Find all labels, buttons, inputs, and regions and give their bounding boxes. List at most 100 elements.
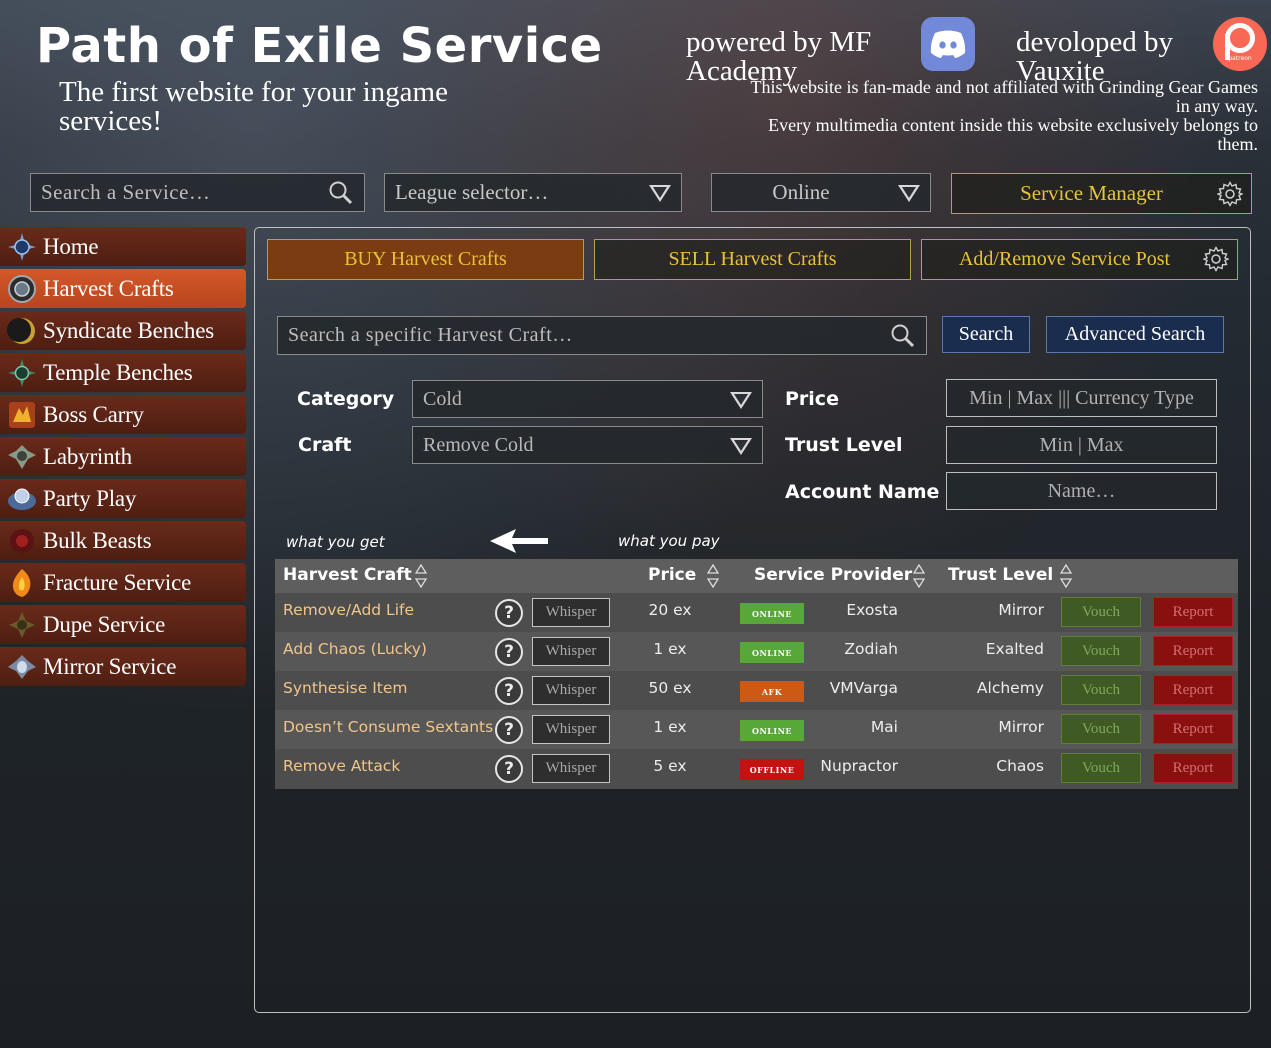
sidebar-item-label: Harvest Crafts [43,275,174,301]
craft-value: Remove Cold [423,433,534,456]
service-search [30,173,365,212]
price-value: 20 ex [648,601,692,619]
disclaimer-line-1: This website is fan-made and not affilia… [750,77,1258,116]
vouch-button[interactable]: Vouch [1061,714,1141,744]
report-button[interactable]: Report [1153,597,1233,627]
price-label: Price [785,388,839,410]
table-row: Add Chaos (Lucky) ? Whisper 1 ex ONLINE … [275,632,1238,671]
sidebar-item-label: Fracture Service [43,569,192,595]
provider-name[interactable]: VMVarga [830,679,898,697]
vouch-button[interactable]: Vouch [1061,597,1141,627]
mirror-icon [5,650,39,684]
table-row: Synthesise Item ? Whisper 50 ex AFK VMVa… [275,671,1238,710]
sidebar-item-mirror-service[interactable]: Mirror Service [0,647,246,686]
column-header-price[interactable]: Price [648,565,696,585]
advanced-search-button[interactable]: Advanced Search [1046,316,1224,353]
sidebar-item-home[interactable]: Home [0,227,246,266]
vouch-button[interactable]: Vouch [1061,675,1141,705]
sort-icon[interactable] [913,563,925,589]
report-button[interactable]: Report [1153,636,1233,666]
party-icon [5,482,39,516]
service-search-input[interactable] [31,174,364,211]
sidebar-item-temple-benches[interactable]: Temple Benches [0,353,246,392]
account-name-input[interactable]: Name… [946,472,1217,510]
status-badge: AFK [740,681,804,702]
league-selector-label: League selector… [395,180,549,204]
price-value: 5 ex [653,757,687,775]
provider-name[interactable]: Mai [871,718,898,736]
help-icon[interactable]: ? [495,716,523,744]
whisper-button[interactable]: Whisper [532,676,610,705]
help-icon[interactable]: ? [495,755,523,783]
sidebar-item-harvest-crafts[interactable]: Harvest Crafts [0,269,246,308]
search-icon[interactable] [328,180,354,206]
column-header-trust-level[interactable]: Trust Level [948,565,1053,585]
sort-icon[interactable] [707,563,719,589]
sidebar-item-bulk-beasts[interactable]: Bulk Beasts [0,521,246,560]
help-icon[interactable]: ? [495,599,523,627]
trust-level-value: Exalted [985,640,1044,658]
craft-select[interactable]: Remove Cold [412,426,763,464]
search-icon[interactable] [890,323,916,349]
sidebar-item-label: Mirror Service [43,653,177,679]
trust-level-value: Chaos [996,757,1044,775]
harvest-icon [5,272,39,306]
sidebar-item-label: Boss Carry [43,401,144,427]
tab-add-remove-service-post[interactable]: Add/Remove Service Post [921,239,1238,280]
sort-icon[interactable] [1060,563,1072,589]
discord-icon[interactable] [921,17,975,71]
online-status-selector[interactable]: Online [711,173,931,212]
craft-name: Add Chaos (Lucky) [283,640,427,658]
search-button[interactable]: Search [942,316,1030,353]
beast-icon [5,524,39,558]
report-button[interactable]: Report [1153,675,1233,705]
table-row: Remove Attack ? Whisper 5 ex OFFLINE Nup… [275,749,1238,788]
help-icon[interactable]: ? [495,677,523,705]
whisper-button[interactable]: Whisper [532,637,610,666]
vouch-button[interactable]: Vouch [1061,636,1141,666]
whisper-button[interactable]: Whisper [532,715,610,744]
sidebar-item-label: Labyrinth [43,443,132,469]
provider-name[interactable]: Zodiah [844,640,898,658]
report-button[interactable]: Report [1153,753,1233,783]
sidebar-item-party-play[interactable]: Party Play [0,479,246,518]
sidebar-item-fracture-service[interactable]: Fracture Service [0,563,246,602]
what-you-get-hint: what you get [286,533,385,551]
dupe-icon [5,608,39,642]
category-value: Cold [423,387,462,410]
what-you-pay-hint: what you pay [618,532,720,550]
help-icon[interactable]: ? [495,638,523,666]
price-input[interactable]: Min | Max ||| Currency Type [946,379,1217,417]
provider-name[interactable]: Exosta [846,601,898,619]
sidebar-item-labyrinth[interactable]: Labyrinth [0,437,246,476]
boss-icon [5,398,39,432]
trust-level-label: Trust Level [785,434,903,456]
status-badge: OFFLINE [740,759,804,780]
category-select[interactable]: Cold [412,380,763,418]
column-header-service-provider[interactable]: Service Provider [754,565,912,585]
vouch-button[interactable]: Vouch [1061,753,1141,783]
gear-icon [1203,246,1229,272]
harvest-craft-search-input[interactable] [278,317,926,354]
trust-level-input[interactable]: Min | Max [946,426,1217,464]
patreon-icon[interactable]: patreon [1213,17,1267,71]
service-manager-button[interactable]: Service Manager [951,173,1252,214]
tab-buy-harvest-crafts[interactable]: BUY Harvest Crafts [267,239,584,280]
whisper-button[interactable]: Whisper [532,598,610,627]
sidebar-item-syndicate-benches[interactable]: Syndicate Benches [0,311,246,350]
sort-icon[interactable] [415,563,427,589]
provider-name[interactable]: Nupractor [820,757,898,775]
chevron-down-icon [730,392,752,409]
table-row: Doesn’t Consume Sextants ? Whisper 1 ex … [275,710,1238,749]
report-button[interactable]: Report [1153,714,1233,744]
sidebar-item-label: Syndicate Benches [43,317,214,343]
sidebar-item-dupe-service[interactable]: Dupe Service [0,605,246,644]
sidebar-item-boss-carry[interactable]: Boss Carry [0,395,246,434]
trust-level-value: Alchemy [976,679,1044,697]
tab-sell-harvest-crafts[interactable]: SELL Harvest Crafts [594,239,911,280]
trust-level-value: Mirror [998,718,1044,736]
column-header-harvest-craft[interactable]: Harvest Craft [283,565,412,585]
harvest-craft-search [277,316,927,355]
whisper-button[interactable]: Whisper [532,754,610,783]
league-selector[interactable]: League selector… [384,173,682,212]
